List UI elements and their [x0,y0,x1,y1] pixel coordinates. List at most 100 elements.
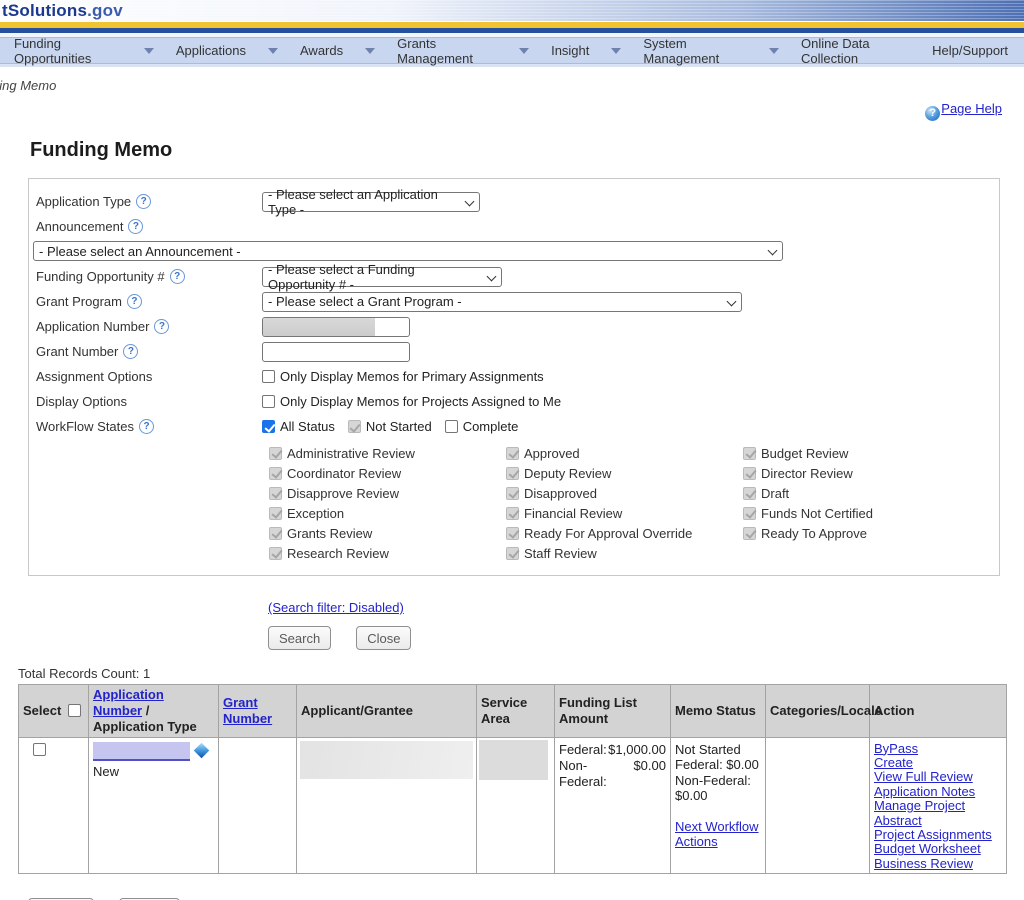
grant-number-input[interactable] [262,342,410,362]
help-question-icon[interactable]: ? [123,344,138,359]
application-number-link-redacted[interactable] [93,742,190,761]
selected-option: - Please select a Grant Program - [268,294,462,309]
grant-number-label: Grant Number [36,344,118,359]
table-row: New Federal: $1,000.00 Non-Federal: $0.0… [19,737,1007,874]
primary-assignments-checkbox[interactable] [262,370,275,383]
not-started-checkbox[interactable] [348,420,361,433]
announcement-label-wrap: Announcement ? [36,219,262,234]
application-type-label: Application Type [36,194,131,209]
help-question-icon[interactable]: ? [127,294,142,309]
select-header-label: Select [23,703,61,718]
action-create-link[interactable]: Create [874,756,1002,770]
workflow-state: Deputy Review [506,466,743,481]
application-number-sort-link[interactable]: Application Number [93,687,164,718]
help-question-icon[interactable]: ? [136,194,151,209]
nav-insight[interactable]: Insight [551,43,589,58]
workflow-state: Administrative Review [269,446,506,461]
workflow-state-label: Disapprove Review [287,486,399,501]
nav-grants-management[interactable]: Grants Management [397,36,497,66]
nav-online-data-collection[interactable]: Online Data Collection [801,36,910,66]
projects-assigned-label: Only Display Memos for Projects Assigned… [280,394,561,409]
chevron-down-icon[interactable] [519,48,529,54]
workflow-state: Staff Review [506,546,743,561]
grant-program-label-wrap: Grant Program ? [36,294,262,309]
workflow-state-checkbox[interactable] [743,467,756,480]
grant-program-row: Grant Program ? - Please select a Grant … [29,289,999,314]
workflow-state: Research Review [269,546,506,561]
workflow-state-checkbox[interactable] [269,487,282,500]
workflow-state-checkbox[interactable] [506,507,519,520]
header-separator: / [142,703,149,718]
breadcrumb: ding Memo [0,78,1024,93]
info-diamond-icon[interactable] [194,742,210,758]
workflow-states-label: WorkFlow States [36,419,134,434]
announcement-label-row: Announcement ? [29,214,999,239]
chevron-down-icon[interactable] [365,48,375,54]
search-filter-link[interactable]: (Search filter: Disabled) [268,600,404,615]
workflow-state-checkbox[interactable] [506,447,519,460]
logo-text: tSolutions [2,1,87,20]
action-application-notes-link[interactable]: Application Notes [874,785,1002,799]
workflow-state-checkbox[interactable] [269,467,282,480]
action-header: Action [870,685,1007,738]
workflow-state-checkbox[interactable] [269,547,282,560]
grant-number-cell [219,737,297,874]
nav-funding-opportunities[interactable]: Funding Opportunities [14,36,122,66]
workflow-state-checkbox[interactable] [506,467,519,480]
action-business-review-link[interactable]: Business Review [874,857,1002,871]
nav-applications[interactable]: Applications [176,43,246,58]
non-federal-label: Non-Federal: [559,758,633,790]
grant-program-select[interactable]: - Please select a Grant Program - [262,292,742,312]
selected-option: - Please select a Funding Opportunity # … [268,262,483,292]
page-help-label[interactable]: Page Help [941,101,1002,116]
projects-assigned-checkbox[interactable] [262,395,275,408]
applicant-grantee-header: Applicant/Grantee [297,685,477,738]
workflow-state-checkbox[interactable] [743,507,756,520]
help-question-icon[interactable]: ? [128,219,143,234]
workflow-state-checkbox[interactable] [269,527,282,540]
complete-checkbox[interactable] [445,420,458,433]
nav-system-management[interactable]: System Management [643,36,747,66]
help-question-icon[interactable]: ? [170,269,185,284]
grant-number-sort-link[interactable]: Grant Number [223,695,272,726]
help-question-icon: ? [925,106,940,121]
next-workflow-actions-link[interactable]: Next Workflow Actions [675,819,761,849]
display-options-label-wrap: Display Options [36,394,262,409]
nav-awards[interactable]: Awards [300,43,343,58]
non-federal-amount: $0.00 [633,758,666,790]
display-options-label: Display Options [36,394,127,409]
workflow-state-checkbox[interactable] [269,447,282,460]
help-question-icon[interactable]: ? [139,419,154,434]
nav-help-support[interactable]: Help/Support [932,43,1008,58]
redacted-service-area [479,740,548,780]
action-bypass-link[interactable]: ByPass [874,742,1002,756]
workflow-state-checkbox[interactable] [269,507,282,520]
action-manage-project-abstract-link[interactable]: Manage Project Abstract [874,799,1002,828]
workflow-state-checkbox[interactable] [743,487,756,500]
all-status-checkbox[interactable] [262,420,275,433]
workflow-state-label: Draft [761,486,789,501]
workflow-state-checkbox[interactable] [506,487,519,500]
workflow-state: Funds Not Certified [743,506,979,521]
help-question-icon[interactable]: ? [154,319,169,334]
row-select-checkbox[interactable] [33,743,46,756]
workflow-state-checkbox[interactable] [743,527,756,540]
chevron-down-icon[interactable] [268,48,278,54]
workflow-state-checkbox[interactable] [743,447,756,460]
page-help-link[interactable]: ?Page Help [925,101,1002,116]
announcement-select[interactable]: - Please select an Announcement - [33,241,783,261]
action-project-assignments-link[interactable]: Project Assignments [874,828,1002,842]
funding-opportunity-select[interactable]: - Please select a Funding Opportunity # … [262,267,502,287]
chevron-down-icon[interactable] [144,48,154,54]
action-budget-worksheet-link[interactable]: Budget Worksheet [874,842,1002,856]
close-button[interactable]: Close [356,626,411,650]
select-all-checkbox[interactable] [68,704,81,717]
announcement-select-row: - Please select an Announcement - [29,239,999,264]
chevron-down-icon[interactable] [769,48,779,54]
action-view-full-review-link[interactable]: View Full Review [874,770,1002,784]
workflow-state-checkbox[interactable] [506,527,519,540]
chevron-down-icon[interactable] [611,48,621,54]
search-button[interactable]: Search [268,626,331,650]
workflow-state-checkbox[interactable] [506,547,519,560]
application-type-select[interactable]: - Please select an Application Type - [262,192,480,212]
